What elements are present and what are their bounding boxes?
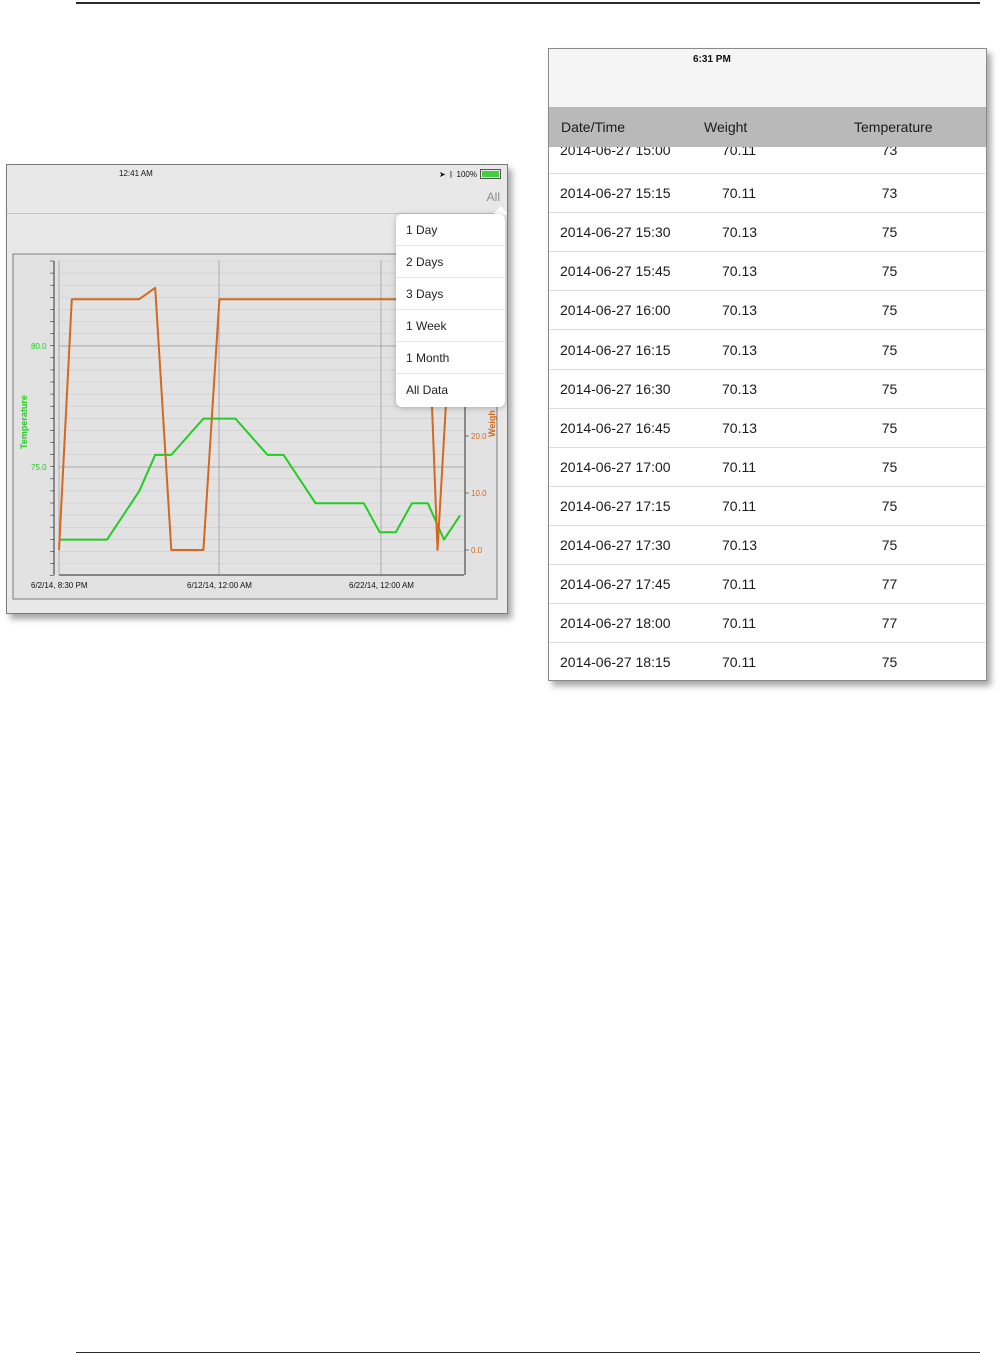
y-axis-label-left: Temperature bbox=[19, 395, 29, 449]
table-screenshot: 6:31 PM Date/Time Weight Temperature 201… bbox=[548, 48, 987, 681]
cell-temperature: 75 bbox=[881, 380, 898, 397]
table-header: Date/Time Weight Temperature bbox=[549, 107, 986, 147]
table-row[interactable]: 2014-06-27 17:30 70.13 75 bbox=[549, 526, 986, 565]
table-row[interactable]: 2014-06-27 15:00 70.11 73 bbox=[549, 147, 986, 174]
table-row[interactable]: 2014-06-27 16:15 70.13 75 bbox=[549, 331, 986, 370]
cell-weight: 70.13 bbox=[722, 224, 758, 241]
status-time: 6:31 PM bbox=[693, 54, 731, 65]
cell-weight: 70.13 bbox=[722, 341, 758, 358]
table-row[interactable]: 2014-06-27 16:30 70.13 75 bbox=[549, 370, 986, 409]
column-header-datetime[interactable]: Date/Time bbox=[561, 119, 625, 135]
cell-datetime: 2014-06-27 15:30 bbox=[560, 224, 671, 241]
cell-datetime: 2014-06-27 15:15 bbox=[560, 185, 671, 202]
table-row[interactable]: 2014-06-27 18:00 70.11 77 bbox=[549, 604, 986, 644]
cell-datetime: 2014-06-27 15:00 bbox=[560, 147, 671, 158]
cell-datetime: 2014-06-27 16:00 bbox=[560, 302, 671, 319]
top-rule bbox=[76, 2, 980, 4]
menu-item-1-month[interactable]: 1 Month bbox=[396, 342, 505, 374]
table-row[interactable]: 2014-06-27 15:30 70.13 75 bbox=[549, 213, 986, 253]
cell-datetime: 2014-06-27 16:30 bbox=[560, 380, 671, 397]
cell-weight: 70.11 bbox=[722, 497, 756, 514]
status-bar: 6:31 PM bbox=[549, 49, 986, 107]
table-row[interactable]: 2014-06-27 15:45 70.13 75 bbox=[549, 252, 986, 292]
cell-temperature: 75 bbox=[881, 224, 898, 241]
table-row[interactable]: 2014-06-27 16:00 70.13 75 bbox=[549, 291, 986, 331]
cell-datetime: 2014-06-27 17:45 bbox=[560, 576, 671, 593]
cell-weight: 70.11 bbox=[722, 654, 756, 671]
cell-datetime: 2014-06-27 16:15 bbox=[560, 341, 671, 358]
cell-temperature: 73 bbox=[881, 185, 898, 202]
cell-weight: 70.13 bbox=[722, 537, 758, 553]
left-tick-label: 80.0 bbox=[31, 342, 47, 351]
cell-weight: 70.13 bbox=[722, 380, 758, 397]
menu-item-1-day[interactable]: 1 Day bbox=[396, 214, 505, 246]
chart-screenshot: 12:41 AM ➤ ᛒ 100% All 80.0 75.0 20.0 10.0 0.… bbox=[6, 164, 508, 614]
cell-datetime: 2014-06-27 18:15 bbox=[560, 654, 671, 671]
left-tick-label: 75.0 bbox=[31, 463, 47, 472]
range-menu: 1 Day 2 Days 3 Days 1 Week 1 Month All D… bbox=[396, 214, 505, 407]
y-axis-label-right: Weigh bbox=[487, 410, 497, 437]
menu-item-all-data[interactable]: All Data bbox=[396, 374, 505, 406]
right-tick-label: 20.0 bbox=[471, 432, 487, 441]
table-row[interactable]: 2014-06-27 15:15 70.11 73 bbox=[549, 174, 986, 214]
table-row[interactable]: 2014-06-27 17:15 70.11 75 bbox=[549, 487, 986, 526]
cell-temperature: 75 bbox=[881, 419, 898, 436]
cell-temperature: 77 bbox=[881, 576, 898, 593]
column-header-temperature[interactable]: Temperature bbox=[854, 119, 933, 135]
table-body: 2014-06-27 15:00 70.11 73 2014-06-27 15:15 7… bbox=[549, 147, 986, 680]
x-tick-label: 6/12/14, 12:00 AM bbox=[187, 581, 252, 590]
menu-item-2-days[interactable]: 2 Days bbox=[396, 246, 505, 278]
cell-temperature: 77 bbox=[881, 615, 898, 632]
cell-weight: 70.11 bbox=[722, 458, 756, 475]
cell-weight: 70.11 bbox=[722, 185, 756, 202]
right-tick-label: 0.0 bbox=[471, 546, 483, 555]
cell-weight: 70.11 bbox=[722, 576, 756, 593]
cell-temperature: 75 bbox=[881, 497, 898, 514]
menu-item-1-week[interactable]: 1 Week bbox=[396, 310, 505, 342]
cell-datetime: 2014-06-27 18:00 bbox=[560, 615, 671, 632]
column-header-weight[interactable]: Weight bbox=[704, 119, 747, 135]
table-row[interactable]: 2014-06-27 17:00 70.11 75 bbox=[549, 448, 986, 487]
cell-weight: 70.11 bbox=[722, 615, 756, 632]
cell-datetime: 2014-06-27 17:15 bbox=[560, 497, 671, 514]
cell-temperature: 75 bbox=[881, 458, 898, 475]
cell-temperature: 73 bbox=[881, 147, 898, 158]
cell-temperature: 75 bbox=[881, 302, 898, 319]
table-row[interactable]: 2014-06-27 17:45 70.11 77 bbox=[549, 565, 986, 605]
menu-item-3-days[interactable]: 3 Days bbox=[396, 278, 505, 310]
x-tick-label: 6/22/14, 12:00 AM bbox=[349, 581, 414, 590]
cell-weight: 70.11 bbox=[722, 147, 756, 158]
cell-temperature: 75 bbox=[881, 537, 898, 553]
cell-weight: 70.13 bbox=[722, 302, 758, 319]
cell-weight: 70.13 bbox=[722, 419, 758, 436]
table-row[interactable]: 2014-06-27 18:15 70.11 75 bbox=[549, 643, 986, 680]
x-tick-label: 6/2/14, 8:30 PM bbox=[31, 581, 88, 590]
cell-datetime: 2014-06-27 16:45 bbox=[560, 419, 671, 436]
cell-temperature: 75 bbox=[881, 341, 898, 358]
right-tick-label: 10.0 bbox=[471, 489, 487, 498]
cell-datetime: 2014-06-27 17:30 bbox=[560, 537, 671, 553]
cell-datetime: 2014-06-27 15:45 bbox=[560, 263, 671, 280]
cell-temperature: 75 bbox=[881, 263, 898, 280]
cell-datetime: 2014-06-27 17:00 bbox=[560, 458, 671, 475]
table-row[interactable]: 2014-06-27 16:45 70.13 75 bbox=[549, 409, 986, 448]
cell-weight: 70.13 bbox=[722, 263, 758, 280]
cell-temperature: 75 bbox=[881, 654, 898, 671]
